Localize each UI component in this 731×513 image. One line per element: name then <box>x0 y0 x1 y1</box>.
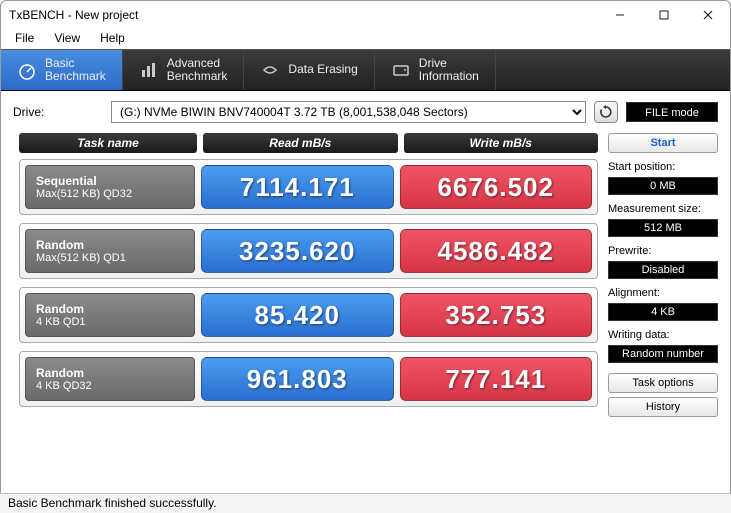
prewrite-label: Prewrite: <box>608 241 718 257</box>
writing-data-label: Writing data: <box>608 325 718 341</box>
task-cell[interactable]: Sequential Max(512 KB) QD32 <box>25 165 195 209</box>
alignment-value[interactable]: 4 KB <box>608 303 718 321</box>
task-title: Random <box>36 238 184 252</box>
minimize-button[interactable] <box>598 1 642 29</box>
tab-data-erasing[interactable]: Data Erasing <box>244 50 374 90</box>
header-write: Write mB/s <box>404 133 599 153</box>
maximize-button[interactable] <box>642 1 686 29</box>
drive-icon <box>391 60 411 80</box>
prewrite-value[interactable]: Disabled <box>608 261 718 279</box>
gauge-icon <box>17 60 37 80</box>
write-value: 4586.482 <box>400 229 593 273</box>
header-read: Read mB/s <box>203 133 398 153</box>
bars-icon <box>139 60 159 80</box>
status-text: Basic Benchmark finished successfully. <box>8 496 217 510</box>
history-button[interactable]: History <box>608 397 718 417</box>
task-options-button[interactable]: Task options <box>608 373 718 393</box>
menu-view[interactable]: View <box>44 29 90 49</box>
tab-advanced-benchmark[interactable]: Advanced Benchmark <box>123 50 245 90</box>
alignment-label: Alignment: <box>608 283 718 299</box>
menu-help[interactable]: Help <box>90 29 135 49</box>
write-value: 352.753 <box>400 293 593 337</box>
start-position-label: Start position: <box>608 157 718 173</box>
write-value: 777.141 <box>400 357 593 401</box>
tab-drive-information[interactable]: Drive Information <box>375 50 496 90</box>
read-value: 7114.171 <box>201 165 394 209</box>
drive-label: Drive: <box>13 105 103 119</box>
refresh-icon <box>599 105 613 119</box>
measurement-size-value[interactable]: 512 MB <box>608 219 718 237</box>
window-title: TxBENCH - New project <box>9 8 598 22</box>
result-row: Random 4 KB QD32 961.803 777.141 <box>19 351 598 407</box>
sidebar: Start Start position: 0 MB Measurement s… <box>608 133 718 417</box>
status-bar: Basic Benchmark finished successfully. <box>0 493 731 513</box>
refresh-button[interactable] <box>594 101 618 123</box>
task-subtitle: 4 KB QD32 <box>36 380 184 392</box>
task-title: Random <box>36 302 184 316</box>
menubar: File View Help <box>1 29 730 49</box>
results-panel: Task name Read mB/s Write mB/s Sequentia… <box>19 133 598 417</box>
write-value: 6676.502 <box>400 165 593 209</box>
menu-file[interactable]: File <box>5 29 44 49</box>
start-position-value[interactable]: 0 MB <box>608 177 718 195</box>
result-row: Random Max(512 KB) QD1 3235.620 4586.482 <box>19 223 598 279</box>
result-row: Sequential Max(512 KB) QD32 7114.171 667… <box>19 159 598 215</box>
task-subtitle: Max(512 KB) QD32 <box>36 188 184 200</box>
close-button[interactable] <box>686 1 730 29</box>
drive-row: Drive: (G:) NVMe BIWIN BNV740004T 3.72 T… <box>1 91 730 133</box>
result-row: Random 4 KB QD1 85.420 352.753 <box>19 287 598 343</box>
read-value: 85.420 <box>201 293 394 337</box>
tabbar: Basic Benchmark Advanced Benchmark Data … <box>1 49 730 91</box>
titlebar: TxBENCH - New project <box>1 1 730 29</box>
task-title: Sequential <box>36 174 184 188</box>
tab-label: Advanced Benchmark <box>167 57 228 83</box>
writing-data-value[interactable]: Random number <box>608 345 718 363</box>
erase-icon <box>260 60 280 80</box>
tab-basic-benchmark[interactable]: Basic Benchmark <box>1 50 123 90</box>
task-cell[interactable]: Random 4 KB QD1 <box>25 293 195 337</box>
task-subtitle: Max(512 KB) QD1 <box>36 252 184 264</box>
tab-label: Data Erasing <box>288 63 357 76</box>
task-subtitle: 4 KB QD1 <box>36 316 184 328</box>
tab-label: Basic Benchmark <box>45 57 106 83</box>
drive-select[interactable]: (G:) NVMe BIWIN BNV740004T 3.72 TB (8,00… <box>111 101 586 123</box>
task-title: Random <box>36 366 184 380</box>
task-cell[interactable]: Random 4 KB QD32 <box>25 357 195 401</box>
measurement-size-label: Measurement size: <box>608 199 718 215</box>
task-cell[interactable]: Random Max(512 KB) QD1 <box>25 229 195 273</box>
header-task: Task name <box>19 133 197 153</box>
file-mode-button[interactable]: FILE mode <box>626 102 718 122</box>
read-value: 961.803 <box>201 357 394 401</box>
tab-label: Drive Information <box>419 57 479 83</box>
start-button[interactable]: Start <box>608 133 718 153</box>
read-value: 3235.620 <box>201 229 394 273</box>
